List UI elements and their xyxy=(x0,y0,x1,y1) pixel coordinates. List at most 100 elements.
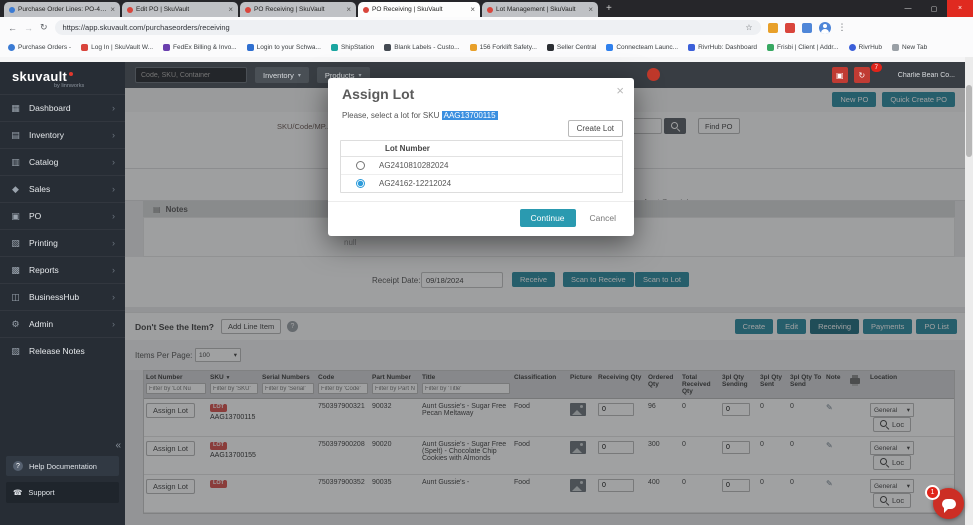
global-search-input[interactable] xyxy=(135,67,247,83)
dashboard-icon: ▦ xyxy=(11,102,20,113)
modal-title: Assign Lot xyxy=(342,86,415,102)
release-notes-icon: ▨ xyxy=(11,345,20,356)
bookmark[interactable]: New Tab xyxy=(892,44,927,51)
sidebar-item-printing[interactable]: ▧ Printing › xyxy=(0,229,125,256)
sidebar-item-businesshub[interactable]: ◫ BusinessHub › xyxy=(0,283,125,310)
sidebar-item-label: Inventory xyxy=(29,130,64,140)
browser-tab[interactable]: Edit PO | SkuVault × xyxy=(122,2,238,17)
bookmark[interactable]: Purchase Orders - xyxy=(8,44,71,51)
sidebar-item-admin[interactable]: ⚙ Admin › xyxy=(0,310,125,337)
bookmark[interactable]: Log In | SkuVault W... xyxy=(81,44,153,51)
admin-gear-icon: ⚙ xyxy=(11,318,20,329)
user-name[interactable]: Charlie Bean Co... xyxy=(898,72,955,79)
sidebar-collapse-icon[interactable]: « xyxy=(115,440,121,451)
lot-radio-selected[interactable] xyxy=(356,179,365,188)
help-documentation-link[interactable]: ? Help Documentation xyxy=(6,456,119,476)
sidebar-item-po[interactable]: ▣ PO › xyxy=(0,202,125,229)
cancel-button[interactable]: Cancel xyxy=(586,209,620,227)
extension-icon[interactable] xyxy=(801,22,812,33)
bookmark[interactable]: Blank Labels - Custo... xyxy=(384,44,460,51)
back-icon[interactable]: ← xyxy=(8,23,17,33)
chat-bubble-icon xyxy=(941,498,956,513)
sidebar-item-reports[interactable]: ▩ Reports › xyxy=(0,256,125,283)
bookmark-favicon xyxy=(384,44,392,51)
page-scrollbar[interactable] xyxy=(965,57,973,525)
profile-avatar[interactable] xyxy=(818,21,831,34)
sidebar-item-sales[interactable]: ◆ Sales › xyxy=(0,175,125,202)
bookmark-favicon xyxy=(8,44,15,51)
tab-close-icon[interactable]: × xyxy=(588,5,593,14)
bookmark-label: ShipStation xyxy=(340,44,375,51)
bookmark[interactable]: Connecteam Launc... xyxy=(606,44,678,51)
create-lot-button[interactable]: Create Lot xyxy=(567,120,623,137)
refresh-icon[interactable]: ↻ xyxy=(40,22,48,33)
browser-tab[interactable]: PO Receiving | SkuVault × xyxy=(240,2,356,17)
maximize-button[interactable]: ▢ xyxy=(921,0,947,17)
scrollbar-thumb[interactable] xyxy=(966,85,972,157)
tab-close-icon[interactable]: × xyxy=(110,5,115,14)
bookmark[interactable]: RivrHub xyxy=(848,44,883,51)
sidebar-item-inventory[interactable]: ▤ Inventory › xyxy=(0,121,125,148)
skuvault-logo: skuvault by linnworks xyxy=(0,62,125,94)
tab-title: PO Receiving | SkuVault xyxy=(254,6,325,13)
user-avatar-wrap[interactable]: 7 xyxy=(870,63,892,83)
bookmark-favicon xyxy=(688,44,696,51)
lot-option-row[interactable]: AG24162-12212024 xyxy=(341,175,622,192)
sidebar-item-label: Printing xyxy=(29,238,58,248)
extension-icon[interactable] xyxy=(784,22,795,33)
bookmark-label: RivrHub: Dashboard xyxy=(698,44,757,51)
lot-option-row[interactable]: AG2410810282024 xyxy=(341,157,622,175)
bookmark[interactable]: RivrHub: Dashboard xyxy=(688,44,757,51)
bookmark[interactable]: Login to your Schwa... xyxy=(246,44,321,51)
sidebar-item-dashboard[interactable]: ▦ Dashboard › xyxy=(0,94,125,121)
bookmark-star-icon[interactable]: ☆ xyxy=(745,23,752,32)
screen: Purchase Order Lines: PO-40... × Edit PO… xyxy=(0,0,973,525)
bookmark[interactable]: ShipStation xyxy=(330,44,375,51)
sales-icon: ◆ xyxy=(12,183,19,194)
bookmark[interactable]: Seller Central xyxy=(546,44,596,51)
businesshub-icon: ◫ xyxy=(11,291,20,302)
modal-close-icon[interactable]: × xyxy=(616,83,624,98)
tab-close-icon[interactable]: × xyxy=(470,5,475,14)
continue-button[interactable]: Continue xyxy=(519,209,576,227)
extension-icon[interactable] xyxy=(767,22,778,33)
url-field[interactable]: https://app.skuvault.com/purchaseorders/… xyxy=(54,20,761,35)
refresh-red-icon[interactable]: ↻ xyxy=(853,67,870,83)
browser-tab-bar: Purchase Order Lines: PO-40... × Edit PO… xyxy=(0,0,973,17)
tab-favicon xyxy=(245,6,251,13)
new-tab-button[interactable]: + xyxy=(606,3,612,14)
help-icon: ? xyxy=(13,461,23,471)
sidebar-item-release-notes[interactable]: ▨ Release Notes xyxy=(0,337,125,364)
logo-accent-dot xyxy=(69,72,74,76)
browser-tab[interactable]: Lot Management | SkuVault × xyxy=(482,2,598,17)
bookmark-label: Purchase Orders - xyxy=(18,44,72,51)
minimize-button[interactable]: — xyxy=(895,0,921,17)
tab-close-icon[interactable]: × xyxy=(346,5,351,14)
inventory-menu-button[interactable]: Inventory ▾ xyxy=(255,67,309,83)
topbar-right-cluster: ▣ ↻ 7 Charlie Bean Co... xyxy=(831,63,955,83)
sidebar-item-label: BusinessHub xyxy=(29,292,80,302)
support-link[interactable]: ☎ Support xyxy=(6,482,119,503)
tab-close-icon[interactable]: × xyxy=(228,5,233,14)
sidebar-item-label: Sales xyxy=(29,184,51,194)
assign-lot-modal: Assign Lot × Please, select a lot for SK… xyxy=(328,78,634,236)
sidebar-item-catalog[interactable]: ▥ Catalog › xyxy=(0,148,125,175)
lot-number: AG24162-12212024 xyxy=(379,179,452,188)
window-controls: — ▢ × xyxy=(895,0,973,17)
bookmark[interactable]: Frisbi | Client | Addr... xyxy=(767,44,839,51)
lot-radio[interactable] xyxy=(356,161,365,170)
lot-table-header: Lot Number xyxy=(341,141,622,157)
browser-menu-icon[interactable]: ⋮ xyxy=(838,22,847,33)
bookmark[interactable]: FedEx Billing & Invo... xyxy=(163,44,237,51)
catalog-icon: ▥ xyxy=(11,156,20,167)
browser-tab[interactable]: Purchase Order Lines: PO-40... × xyxy=(4,2,120,17)
bookmark[interactable]: 156 Forklift Safety... xyxy=(469,44,537,51)
sku-highlighted: AAG13700115 xyxy=(441,111,498,120)
browser-tab-active[interactable]: PO Receiving | SkuVault × xyxy=(358,2,480,17)
bookmark-label: RivrHub xyxy=(858,44,883,51)
bookmark-favicon xyxy=(246,44,254,51)
close-window-button[interactable]: × xyxy=(947,0,973,17)
qr-scan-icon[interactable]: ▣ xyxy=(831,67,848,83)
status-indicator-icon[interactable] xyxy=(647,68,660,81)
forward-icon[interactable]: → xyxy=(24,23,33,33)
